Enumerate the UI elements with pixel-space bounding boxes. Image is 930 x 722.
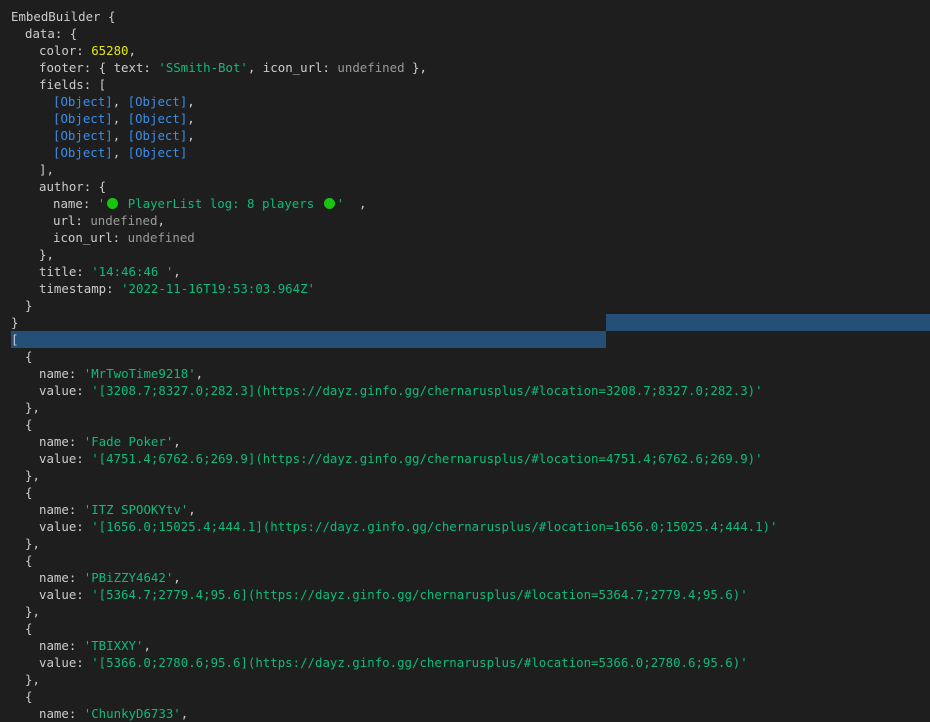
object-ref: [Object]: [53, 94, 113, 109]
log-line: author: {: [39, 179, 107, 194]
log-line: },: [25, 400, 40, 415]
log-line: footer: { text: 'SSmith-Bot', icon_url: …: [39, 60, 427, 75]
object-ref: [Object]: [53, 111, 113, 126]
timestamp-value: '2022-11-16T19:53:03.964Z': [121, 281, 316, 296]
log-line: [: [11, 332, 19, 347]
log-line: value: '[5364.7;2779.4;95.6](https://day…: [39, 587, 748, 602]
log-line: name: 'Fade Poker',: [39, 434, 181, 449]
object-ref: [Object]: [127, 111, 188, 126]
log-line: [Object], [Object],: [53, 94, 195, 109]
log-line: ],: [39, 162, 54, 177]
log-line: name: ' PlayerList log: 8 players ' ,: [53, 196, 367, 211]
player-name: 'ITZ SPOOKYtv': [83, 502, 189, 517]
undefined-value: undefined: [127, 230, 195, 245]
author-name: PlayerList log: 8 players: [120, 196, 322, 211]
log-line: },: [25, 604, 40, 619]
console-log: EmbedBuilder { data: { color: 65280, foo…: [0, 0, 930, 722]
log-line: data: {: [25, 26, 78, 41]
green-circle-icon: [323, 198, 335, 209]
player-location: '[1656.0;15025.4;444.1](https://dayz.gin…: [91, 519, 778, 534]
log-line: icon_url: undefined: [53, 230, 195, 245]
log-line: EmbedBuilder {: [11, 9, 116, 24]
object-ref: [Object]: [127, 145, 188, 160]
log-line: value: '[1656.0;15025.4;444.1](https://d…: [39, 519, 778, 534]
log-line: title: '14:46:46 ',: [39, 264, 181, 279]
player-location: '[4751.4;6762.6;269.9](https://dayz.ginf…: [91, 451, 763, 466]
color-value: 65280: [91, 43, 129, 58]
log-line: }: [25, 298, 33, 313]
player-location: '[5364.7;2779.4;95.6](https://dayz.ginfo…: [91, 587, 748, 602]
log-line: {: [25, 485, 33, 500]
log-line: }: [11, 315, 19, 330]
footer-text: 'SSmith-Bot': [158, 60, 248, 75]
log-line: timestamp: '2022-11-16T19:53:03.964Z': [39, 281, 316, 296]
log-line: color: 65280,: [39, 43, 136, 58]
class-name: EmbedBuilder: [11, 9, 101, 24]
player-location: '[3208.7;8327.0;282.3](https://dayz.ginf…: [91, 383, 763, 398]
log-line: {: [25, 689, 33, 704]
log-line: {: [25, 621, 33, 636]
player-name: 'Fade Poker': [83, 434, 174, 449]
log-line: },: [25, 536, 40, 551]
author-name-quote: ': [336, 196, 345, 211]
terminal-output[interactable]: EmbedBuilder { data: { color: 65280, foo…: [0, 0, 930, 722]
player-location: '[5366.0;2780.6;95.6](https://dayz.ginfo…: [91, 655, 748, 670]
player-name: 'MrTwoTime9218': [83, 366, 196, 381]
player-name: 'PBiZZY4642': [83, 570, 174, 585]
log-line: value: '[3208.7;8327.0;282.3](https://da…: [39, 383, 763, 398]
log-line: name: 'ITZ SPOOKYtv',: [39, 502, 196, 517]
log-line: },: [39, 247, 54, 262]
log-line: name: 'MrTwoTime9218',: [39, 366, 204, 381]
log-line: },: [25, 468, 40, 483]
log-line: {: [25, 417, 33, 432]
player-name: 'TBIXXY': [83, 638, 144, 653]
object-ref: [Object]: [53, 128, 113, 143]
log-line: name: 'PBiZZY4642',: [39, 570, 181, 585]
green-circle-icon: [107, 198, 119, 209]
log-line: fields: [: [39, 77, 107, 92]
log-line: url: undefined,: [53, 213, 165, 228]
player-name: 'ChunkyD6733': [83, 706, 181, 721]
log-line: value: '[5366.0;2780.6;95.6](https://day…: [39, 655, 748, 670]
undefined-value: undefined: [90, 213, 158, 228]
log-line: },: [25, 672, 40, 687]
log-line: [Object], [Object],: [53, 111, 195, 126]
log-line: name: 'TBIXXY',: [39, 638, 151, 653]
author-name-quote: ': [97, 196, 106, 211]
log-line: value: '[4751.4;6762.6;269.9](https://da…: [39, 451, 763, 466]
object-ref: [Object]: [127, 128, 188, 143]
log-line: {: [25, 349, 33, 364]
title-value: '14:46:46 ': [91, 264, 174, 279]
log-line: {: [25, 553, 33, 568]
log-line: name: 'ChunkyD6733',: [39, 706, 189, 721]
object-ref: [Object]: [53, 145, 113, 160]
undefined-value: undefined: [337, 60, 405, 75]
object-ref: [Object]: [127, 94, 188, 109]
log-line: [Object], [Object]: [53, 145, 188, 160]
log-line: [Object], [Object],: [53, 128, 195, 143]
